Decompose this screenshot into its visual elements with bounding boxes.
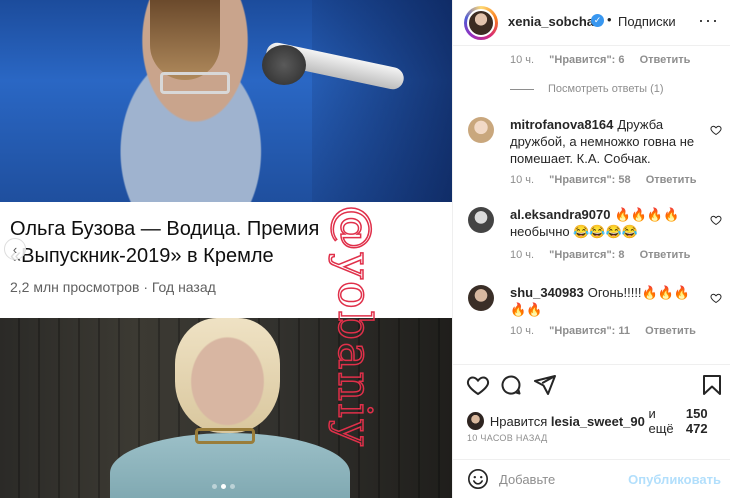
publish-button[interactable]: Опубликовать <box>628 472 721 487</box>
comment-icon[interactable] <box>499 373 523 397</box>
youtube-card: Ольга Бузова — Водица. Премия «Выпускник… <box>0 202 452 318</box>
avatar[interactable] <box>468 285 494 311</box>
action-bar <box>453 364 730 404</box>
avatar[interactable] <box>468 117 494 143</box>
likes-count[interactable]: 150 472 <box>686 406 730 436</box>
header-separator: • <box>607 12 612 27</box>
comment-meta-row: 10 ч. "Нравится": 8 Ответить <box>510 249 702 261</box>
heart-icon[interactable] <box>710 292 722 304</box>
comment-input[interactable] <box>499 468 649 490</box>
comment-username[interactable]: shu_340983 <box>510 285 584 300</box>
replies-divider <box>510 88 534 90</box>
carousel-dot <box>212 484 217 489</box>
likes-prefix: Нравится <box>489 413 548 429</box>
comment-likes[interactable]: "Нравится": 58 <box>549 174 630 186</box>
likes-middle: и ещё <box>648 406 674 436</box>
emoji-icon[interactable] <box>467 468 489 490</box>
bookmark-icon[interactable] <box>700 373 724 397</box>
reply-button[interactable]: Ответить <box>646 174 697 186</box>
comment-username[interactable]: mitrofanova8164 <box>510 117 613 132</box>
post-panel: xenia_sobchak ✓ • Подписки ··· 10 ч. "Нр… <box>452 0 730 498</box>
comment-time: 10 ч. <box>510 325 535 337</box>
post-header: xenia_sobchak ✓ • Подписки ··· <box>453 0 730 46</box>
watermark-logo: @yobaniy <box>327 204 383 448</box>
comment-time: 10 ч. <box>510 174 535 186</box>
view-replies-label: Посмотреть ответы (1) <box>548 83 664 95</box>
carousel-indicator <box>212 484 235 489</box>
comment-time: 10 ч. <box>510 54 535 66</box>
comment-text: mitrofanova8164 Дружба дружбой, а немножк… <box>510 116 700 167</box>
comment-meta-row: 10 ч. "Нравится": 6 Ответить <box>510 54 702 66</box>
share-icon[interactable] <box>533 373 557 397</box>
carousel-dot <box>230 484 235 489</box>
likes-user[interactable]: lesia_sweet_90 <box>551 414 645 429</box>
following-button[interactable]: Подписки <box>618 14 676 29</box>
photo-blonde-woman <box>0 318 452 498</box>
likes-summary[interactable]: Нравится lesia_sweet_90 и ещё 150 472 <box>467 406 730 436</box>
view-replies-button[interactable]: Посмотреть ответы (1) <box>510 83 664 95</box>
comment-meta-row: 10 ч. "Нравится": 11 Ответить <box>510 325 708 337</box>
photo-singer-on-stage <box>0 0 452 202</box>
heart-icon[interactable] <box>466 373 490 397</box>
comment-text: al.eksandra9070 🔥🔥🔥🔥 необычно 😂😂😂😂 <box>510 206 700 240</box>
comment-likes[interactable]: "Нравится": 6 <box>549 54 624 66</box>
post-media[interactable]: Ольга Бузова — Водица. Премия «Выпускник… <box>0 0 452 498</box>
reply-button[interactable]: Ответить <box>640 249 691 261</box>
comment-time: 10 ч. <box>510 249 535 261</box>
verified-badge-icon: ✓ <box>591 14 604 27</box>
comment-likes[interactable]: "Нравится": 11 <box>549 325 630 337</box>
youtube-video-title: Ольга Бузова — Водица. Премия «Выпускник… <box>10 218 320 267</box>
add-comment-bar: Опубликовать <box>453 459 730 498</box>
heart-icon[interactable] <box>710 124 722 136</box>
carousel-prev-button[interactable]: ‹ <box>4 238 26 260</box>
chevron-left-icon: ‹ <box>12 241 18 257</box>
avatar[interactable] <box>467 9 495 37</box>
comment-username[interactable]: al.eksandra9070 <box>510 207 610 222</box>
youtube-video-meta: 2,2 млн просмотров · Год назад <box>10 279 216 295</box>
avatar[interactable] <box>468 207 494 233</box>
more-options-icon[interactable]: ··· <box>698 10 719 31</box>
carousel-dot-active <box>221 484 226 489</box>
comments-list[interactable]: 10 ч. "Нравится": 6 Ответить Посмотреть … <box>453 46 730 364</box>
reply-button[interactable]: Ответить <box>645 325 696 337</box>
comment-likes[interactable]: "Нравится": 8 <box>549 249 624 261</box>
post-author-username[interactable]: xenia_sobchak <box>508 14 601 29</box>
reply-button[interactable]: Ответить <box>640 54 691 66</box>
heart-icon[interactable] <box>710 214 722 226</box>
avatar <box>467 412 484 430</box>
story-ring[interactable] <box>464 6 498 40</box>
comment-meta-row: 10 ч. "Нравится": 58 Ответить <box>510 174 709 186</box>
post-timestamp[interactable]: 10 ЧАСОВ НАЗАД <box>467 433 548 443</box>
comment-text: shu_340983 Огонь!!!!!🔥🔥🔥🔥🔥 <box>510 284 700 318</box>
